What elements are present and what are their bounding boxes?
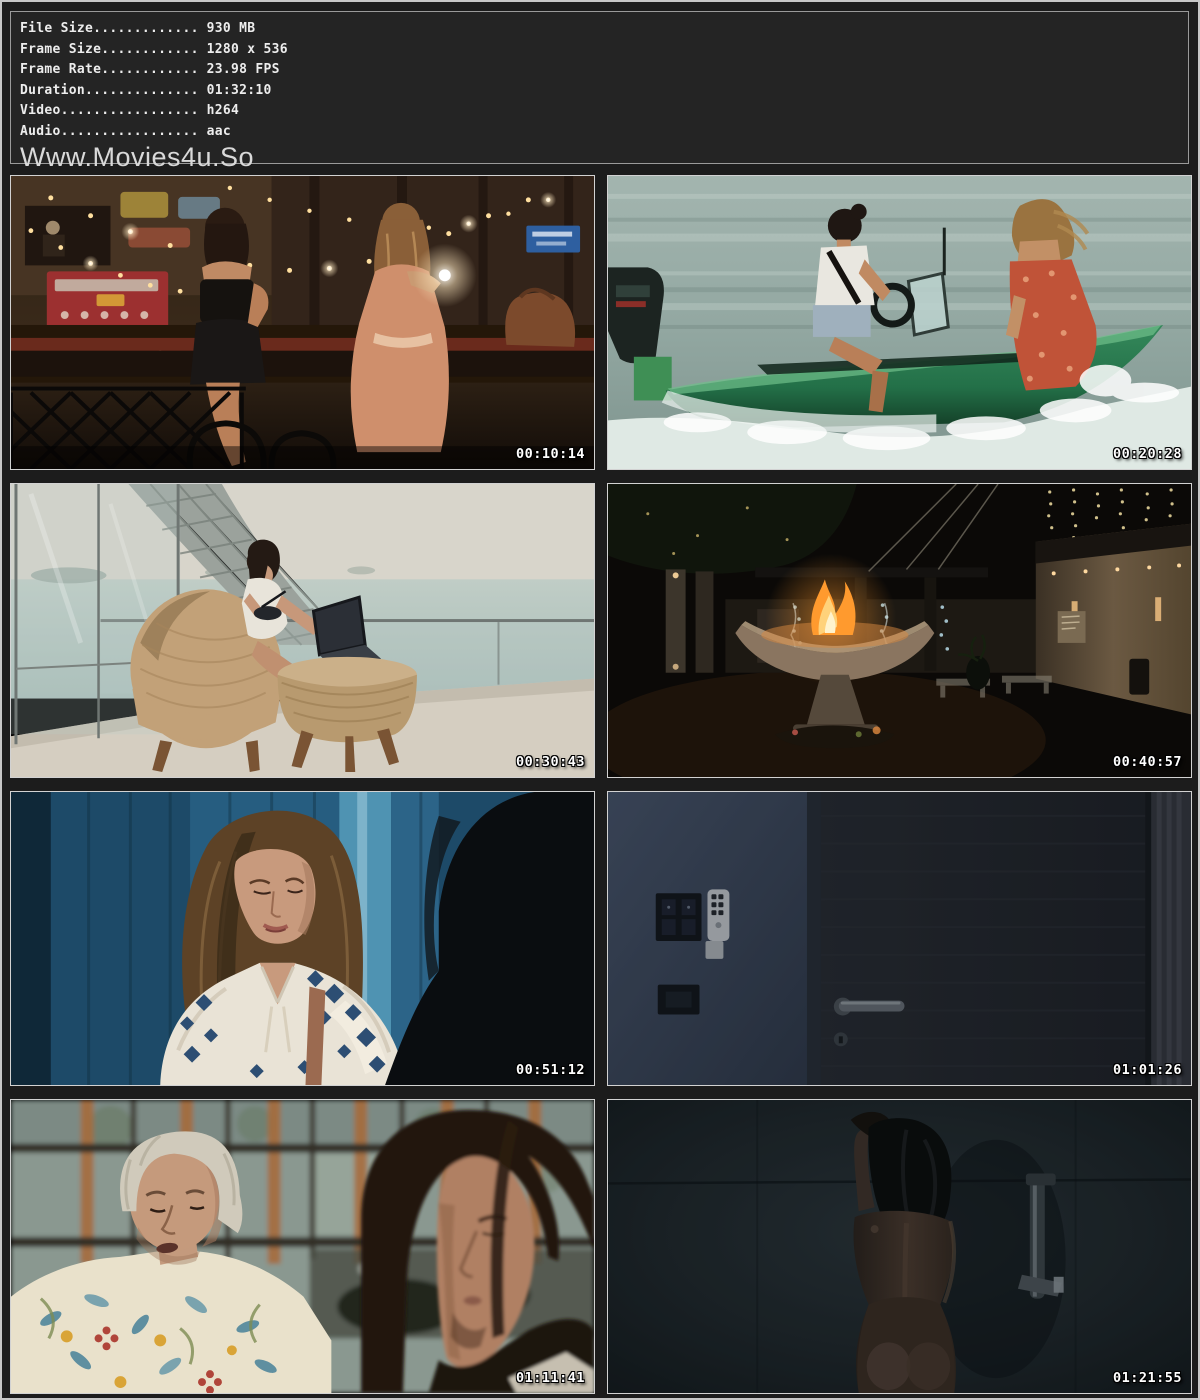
timestamp-overlay: 00:10:14: [516, 446, 585, 462]
site-watermark: Www.Movies4u.So: [20, 142, 1188, 172]
woman-blouse-illustration: [11, 792, 594, 1085]
balcony-illustration: [11, 484, 594, 777]
timestamp-overlay: 00:20:28: [1113, 446, 1182, 462]
timestamp-overlay: 01:11:41: [516, 1370, 585, 1386]
info-video-codec: Video.................h264: [20, 101, 1188, 122]
timestamp-overlay: 01:21:55: [1113, 1370, 1182, 1386]
two-men-illustration: [11, 1100, 594, 1393]
screenshot-night-market: MA: [10, 175, 595, 470]
screenshot-shower: 01:21:55: [607, 1099, 1192, 1394]
info-duration: Duration..............01:32:10: [20, 81, 1188, 102]
courtyard-illustration: [608, 484, 1191, 777]
speedboat-illustration: [608, 176, 1191, 469]
timestamp-overlay: 01:01:26: [1113, 1062, 1182, 1078]
screenshot-woman-blouse: 00:51:12: [10, 791, 595, 1086]
info-frame-rate: Frame Rate............23.98 FPS: [20, 60, 1188, 81]
screenshot-two-men: 01:11:41: [10, 1099, 595, 1394]
screenshot-speedboat: 00:20:28: [607, 175, 1192, 470]
passenger-figure: [1006, 199, 1097, 390]
screenshot-balcony: 00:30:43: [10, 483, 595, 778]
shower-illustration: [608, 1100, 1191, 1393]
info-file-size: File Size.............930 MB: [20, 19, 1188, 40]
info-frame-size: Frame Size............1280 x 536: [20, 40, 1188, 61]
screenshot-dark-door: 01:01:26: [607, 791, 1192, 1086]
timestamp-overlay: 00:51:12: [516, 1062, 585, 1078]
screenshot-courtyard: 00:40:57: [607, 483, 1192, 778]
info-audio-codec: Audio.................aac: [20, 122, 1188, 143]
timestamp-overlay: 00:40:57: [1113, 754, 1182, 770]
night-market-illustration: MA: [11, 176, 594, 469]
thumbnail-grid: MA: [10, 175, 1192, 1394]
screenshot-preview-sheet: File Size.............930 MB Frame Size.…: [0, 0, 1200, 1400]
media-info-panel: File Size.............930 MB Frame Size.…: [10, 11, 1189, 164]
timestamp-overlay: 00:30:43: [516, 754, 585, 770]
dark-door-illustration: [608, 792, 1191, 1085]
